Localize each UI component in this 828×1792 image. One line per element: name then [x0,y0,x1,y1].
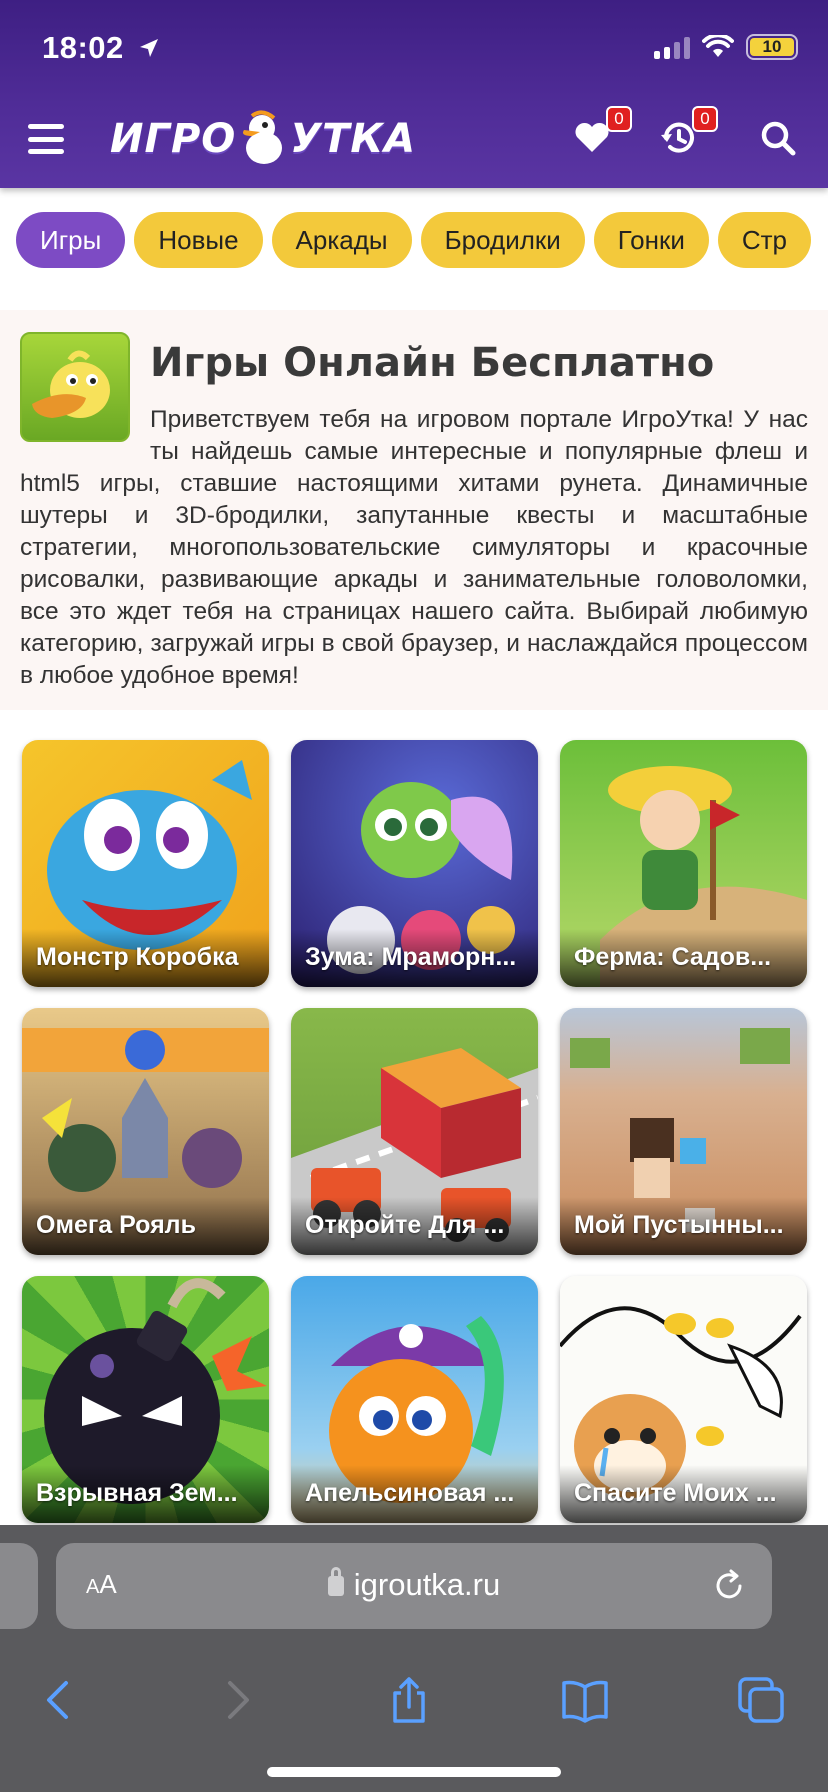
game-title: Спасите Моих ... [560,1465,807,1523]
category-chip-arcade[interactable]: Аркады [271,212,412,268]
duck-logo-icon [238,110,288,168]
game-title: Омега Рояль [22,1197,269,1255]
search-icon [761,121,796,156]
lock-icon [327,1567,344,1596]
history-count-badge: 0 [692,106,718,132]
game-card[interactable]: Откройте Для ... [291,1008,538,1255]
category-chips: Игры Новые Аркады Бродилки Гонки Стр [0,212,828,268]
game-title: Мой Пустынны... [560,1197,807,1255]
game-title: Апельсиновая ... [291,1465,538,1523]
bookmarks-icon[interactable] [560,1675,610,1725]
category-chip-strategy[interactable]: Стр [717,212,812,268]
site-header: 18:02 10 ИГРО УТКА 0 0 [0,0,828,188]
page: 18:02 10 ИГРО УТКА 0 0 Игры Новые Аркады… [0,0,828,1792]
category-chip-games[interactable]: Игры [16,212,126,268]
browser-toolbar: AA igroutka.ru [0,1525,828,1792]
favorites-button[interactable]: 0 [572,106,632,162]
location-arrow-icon [139,39,158,57]
game-title: Взрывная Зем... [22,1465,269,1523]
game-card[interactable]: Омега Рояль [22,1008,269,1255]
duck-mascot-icon [20,332,130,442]
cellular-signal-icon [654,35,690,59]
wifi-icon [702,35,734,57]
intro-text: Приветствуем тебя на игровом портале Игр… [20,406,808,689]
back-icon[interactable] [34,1675,84,1725]
status-indicators: 10 [654,34,798,60]
site-logo[interactable]: ИГРО УТКА [110,108,416,170]
game-card[interactable]: Апельсиновая ... [291,1276,538,1523]
game-title: Монстр Коробка [22,929,269,987]
game-title: Откройте Для ... [291,1197,538,1255]
home-indicator [267,1767,561,1777]
reload-icon[interactable] [712,1569,746,1603]
page-title: Игры Онлайн Бесплатно [150,340,715,386]
url-display: igroutka.ru [56,1567,772,1603]
game-card[interactable]: Мой Пустынны... [560,1008,807,1255]
address-bar[interactable]: AA igroutka.ru [56,1543,772,1629]
forward-icon[interactable] [212,1675,262,1725]
hamburger-menu-icon[interactable] [28,124,64,154]
game-card[interactable]: Спасите Моих ... [560,1276,807,1523]
category-chip-adventure[interactable]: Бродилки [420,212,585,268]
game-title: Ферма: Садов... [560,929,807,987]
game-card[interactable]: Зума: Мраморн... [291,740,538,987]
battery-level: 10 [750,37,794,56]
tabs-icon[interactable] [736,1675,786,1725]
favorites-count-badge: 0 [606,106,632,132]
game-card[interactable]: Взрывная Зем... [22,1276,269,1523]
games-grid: Монстр Коробка Зума: Мраморн... Ферма: С… [22,740,810,1523]
category-chip-new[interactable]: Новые [134,212,263,268]
share-icon[interactable] [384,1675,434,1725]
category-chip-racing[interactable]: Гонки [593,212,709,268]
intro-section: Игры Онлайн Бесплатно Приветствуем тебя … [0,310,828,710]
history-button[interactable]: 0 [658,106,718,162]
game-title: Зума: Мраморн... [291,929,538,987]
status-time: 18:02 [42,30,161,66]
search-button[interactable] [758,118,802,162]
game-card[interactable]: Ферма: Садов... [560,740,807,987]
previous-tab-preview[interactable] [0,1543,38,1629]
battery-icon: 10 [746,34,798,60]
game-card[interactable]: Монстр Коробка [22,740,269,987]
